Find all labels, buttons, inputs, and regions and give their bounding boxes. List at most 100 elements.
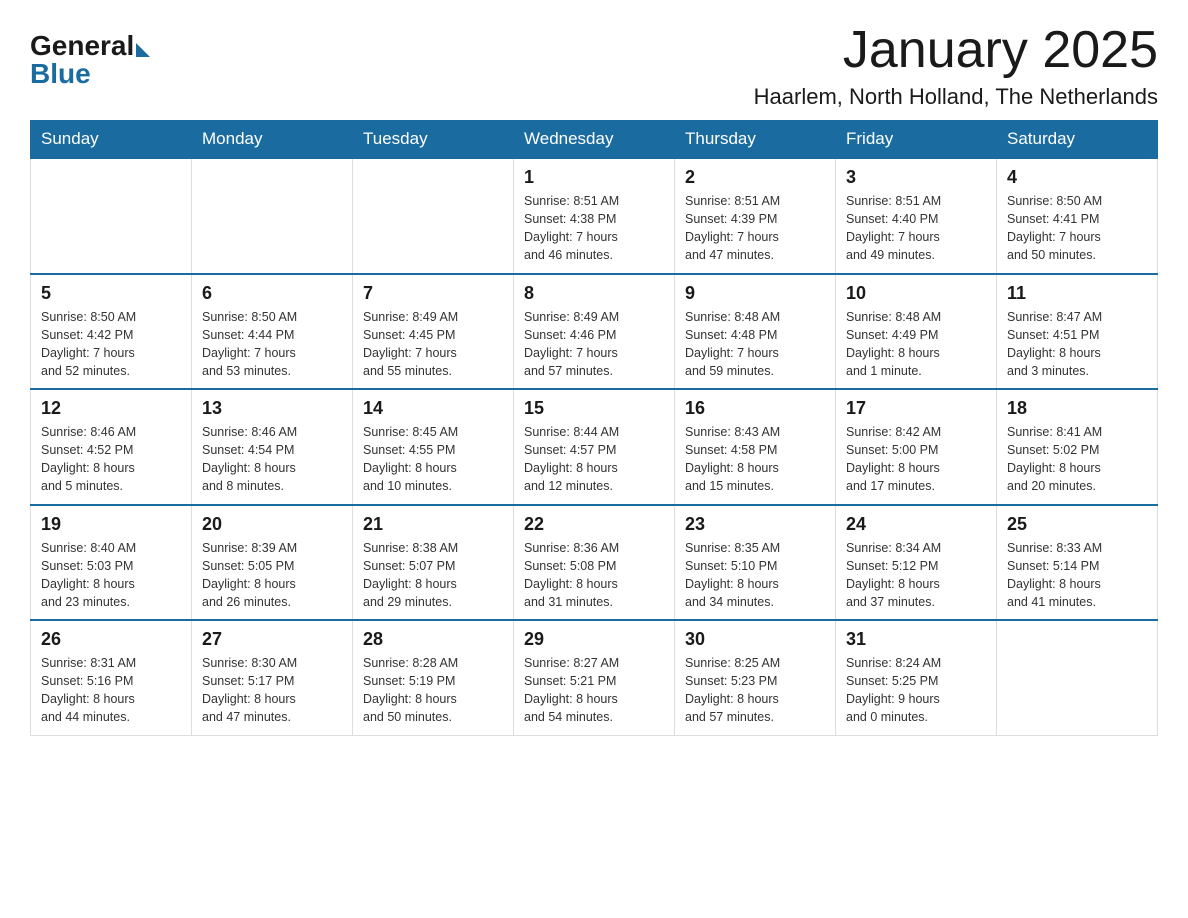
day-info: Sunrise: 8:50 AM Sunset: 4:41 PM Dayligh… [1007,192,1147,265]
day-info: Sunrise: 8:30 AM Sunset: 5:17 PM Dayligh… [202,654,342,727]
calendar-header: SundayMondayTuesdayWednesdayThursdayFrid… [31,121,1158,159]
month-title: January 2025 [754,20,1158,80]
calendar-table: SundayMondayTuesdayWednesdayThursdayFrid… [30,120,1158,736]
day-info: Sunrise: 8:46 AM Sunset: 4:52 PM Dayligh… [41,423,181,496]
calendar-day-cell: 21 Sunrise: 8:38 AM Sunset: 5:07 PM Dayli… [353,505,514,621]
calendar-week-row: 5 Sunrise: 8:50 AM Sunset: 4:42 PM Daylig… [31,274,1158,390]
calendar-day-cell: 11 Sunrise: 8:47 AM Sunset: 4:51 PM Dayli… [997,274,1158,390]
calendar-day-cell: 5 Sunrise: 8:50 AM Sunset: 4:42 PM Daylig… [31,274,192,390]
day-number: 26 [41,629,181,650]
calendar-day-cell [31,158,192,274]
calendar-day-cell: 19 Sunrise: 8:40 AM Sunset: 5:03 PM Dayli… [31,505,192,621]
day-number: 8 [524,283,664,304]
day-info: Sunrise: 8:49 AM Sunset: 4:46 PM Dayligh… [524,308,664,381]
calendar-day-cell: 17Sunrise: 8:42 AM Sunset: 5:00 PM Dayli… [836,389,997,505]
calendar-day-cell: 18 Sunrise: 8:41 AM Sunset: 5:02 PM Dayli… [997,389,1158,505]
day-info: Sunrise: 8:33 AM Sunset: 5:14 PM Dayligh… [1007,539,1147,612]
day-of-week-header: Friday [836,121,997,159]
calendar-day-cell: 12 Sunrise: 8:46 AM Sunset: 4:52 PM Dayli… [31,389,192,505]
calendar-day-cell: 24 Sunrise: 8:34 AM Sunset: 5:12 PM Dayli… [836,505,997,621]
day-info: Sunrise: 8:27 AM Sunset: 5:21 PM Dayligh… [524,654,664,727]
calendar-day-cell: 27Sunrise: 8:30 AM Sunset: 5:17 PM Dayli… [192,620,353,735]
page-header: General Blue January 2025 Haarlem, North… [30,20,1158,110]
calendar-body: 1 Sunrise: 8:51 AM Sunset: 4:38 PM Daylig… [31,158,1158,735]
logo: General Blue [30,20,150,90]
calendar-week-row: 12 Sunrise: 8:46 AM Sunset: 4:52 PM Dayli… [31,389,1158,505]
logo-arrow-icon [136,43,150,57]
calendar-day-cell: 6 Sunrise: 8:50 AM Sunset: 4:44 PM Daylig… [192,274,353,390]
calendar-day-cell [997,620,1158,735]
calendar-day-cell: 25Sunrise: 8:33 AM Sunset: 5:14 PM Dayli… [997,505,1158,621]
day-info: Sunrise: 8:40 AM Sunset: 5:03 PM Dayligh… [41,539,181,612]
day-number: 12 [41,398,181,419]
day-info: Sunrise: 8:51 AM Sunset: 4:39 PM Dayligh… [685,192,825,265]
day-number: 9 [685,283,825,304]
day-of-week-header: Thursday [675,121,836,159]
calendar-day-cell: 4 Sunrise: 8:50 AM Sunset: 4:41 PM Daylig… [997,158,1158,274]
calendar-day-cell: 16 Sunrise: 8:43 AM Sunset: 4:58 PM Dayli… [675,389,836,505]
calendar-day-cell: 28Sunrise: 8:28 AM Sunset: 5:19 PM Dayli… [353,620,514,735]
calendar-day-cell: 7 Sunrise: 8:49 AM Sunset: 4:45 PM Daylig… [353,274,514,390]
day-number: 31 [846,629,986,650]
day-number: 11 [1007,283,1147,304]
day-info: Sunrise: 8:48 AM Sunset: 4:49 PM Dayligh… [846,308,986,381]
day-number: 13 [202,398,342,419]
day-number: 15 [524,398,664,419]
day-info: Sunrise: 8:25 AM Sunset: 5:23 PM Dayligh… [685,654,825,727]
day-of-week-header: Saturday [997,121,1158,159]
day-info: Sunrise: 8:28 AM Sunset: 5:19 PM Dayligh… [363,654,503,727]
day-number: 1 [524,167,664,188]
location-title: Haarlem, North Holland, The Netherlands [754,84,1158,110]
day-number: 4 [1007,167,1147,188]
day-number: 18 [1007,398,1147,419]
day-number: 2 [685,167,825,188]
day-info: Sunrise: 8:24 AM Sunset: 5:25 PM Dayligh… [846,654,986,727]
day-info: Sunrise: 8:49 AM Sunset: 4:45 PM Dayligh… [363,308,503,381]
day-number: 10 [846,283,986,304]
day-number: 6 [202,283,342,304]
calendar-day-cell: 14Sunrise: 8:45 AM Sunset: 4:55 PM Dayli… [353,389,514,505]
calendar-day-cell: 15Sunrise: 8:44 AM Sunset: 4:57 PM Dayli… [514,389,675,505]
day-info: Sunrise: 8:50 AM Sunset: 4:42 PM Dayligh… [41,308,181,381]
calendar-day-cell: 10 Sunrise: 8:48 AM Sunset: 4:49 PM Dayli… [836,274,997,390]
day-info: Sunrise: 8:48 AM Sunset: 4:48 PM Dayligh… [685,308,825,381]
calendar-week-row: 1 Sunrise: 8:51 AM Sunset: 4:38 PM Daylig… [31,158,1158,274]
day-info: Sunrise: 8:47 AM Sunset: 4:51 PM Dayligh… [1007,308,1147,381]
day-number: 20 [202,514,342,535]
day-info: Sunrise: 8:36 AM Sunset: 5:08 PM Dayligh… [524,539,664,612]
day-info: Sunrise: 8:50 AM Sunset: 4:44 PM Dayligh… [202,308,342,381]
day-of-week-header: Sunday [31,121,192,159]
day-info: Sunrise: 8:46 AM Sunset: 4:54 PM Dayligh… [202,423,342,496]
calendar-day-cell: 26 Sunrise: 8:31 AM Sunset: 5:16 PM Dayli… [31,620,192,735]
day-number: 19 [41,514,181,535]
day-info: Sunrise: 8:45 AM Sunset: 4:55 PM Dayligh… [363,423,503,496]
day-number: 23 [685,514,825,535]
day-info: Sunrise: 8:35 AM Sunset: 5:10 PM Dayligh… [685,539,825,612]
calendar-day-cell: 23 Sunrise: 8:35 AM Sunset: 5:10 PM Dayli… [675,505,836,621]
title-area: January 2025 Haarlem, North Holland, The… [754,20,1158,110]
day-of-week-header: Monday [192,121,353,159]
calendar-week-row: 26 Sunrise: 8:31 AM Sunset: 5:16 PM Dayli… [31,620,1158,735]
day-number: 22 [524,514,664,535]
calendar-day-cell: 3Sunrise: 8:51 AM Sunset: 4:40 PM Daylig… [836,158,997,274]
day-info: Sunrise: 8:31 AM Sunset: 5:16 PM Dayligh… [41,654,181,727]
day-info: Sunrise: 8:39 AM Sunset: 5:05 PM Dayligh… [202,539,342,612]
calendar-day-cell: 30Sunrise: 8:25 AM Sunset: 5:23 PM Dayli… [675,620,836,735]
day-number: 16 [685,398,825,419]
calendar-day-cell [353,158,514,274]
day-info: Sunrise: 8:34 AM Sunset: 5:12 PM Dayligh… [846,539,986,612]
calendar-day-cell: 31 Sunrise: 8:24 AM Sunset: 5:25 PM Dayli… [836,620,997,735]
day-number: 5 [41,283,181,304]
day-info: Sunrise: 8:51 AM Sunset: 4:38 PM Dayligh… [524,192,664,265]
day-of-week-header: Tuesday [353,121,514,159]
calendar-day-cell: 1 Sunrise: 8:51 AM Sunset: 4:38 PM Daylig… [514,158,675,274]
calendar-day-cell: 20 Sunrise: 8:39 AM Sunset: 5:05 PM Dayli… [192,505,353,621]
day-info: Sunrise: 8:41 AM Sunset: 5:02 PM Dayligh… [1007,423,1147,496]
day-info: Sunrise: 8:43 AM Sunset: 4:58 PM Dayligh… [685,423,825,496]
day-info: Sunrise: 8:38 AM Sunset: 5:07 PM Dayligh… [363,539,503,612]
day-number: 21 [363,514,503,535]
day-number: 7 [363,283,503,304]
day-number: 29 [524,629,664,650]
day-number: 24 [846,514,986,535]
calendar-day-cell: 2 Sunrise: 8:51 AM Sunset: 4:39 PM Daylig… [675,158,836,274]
